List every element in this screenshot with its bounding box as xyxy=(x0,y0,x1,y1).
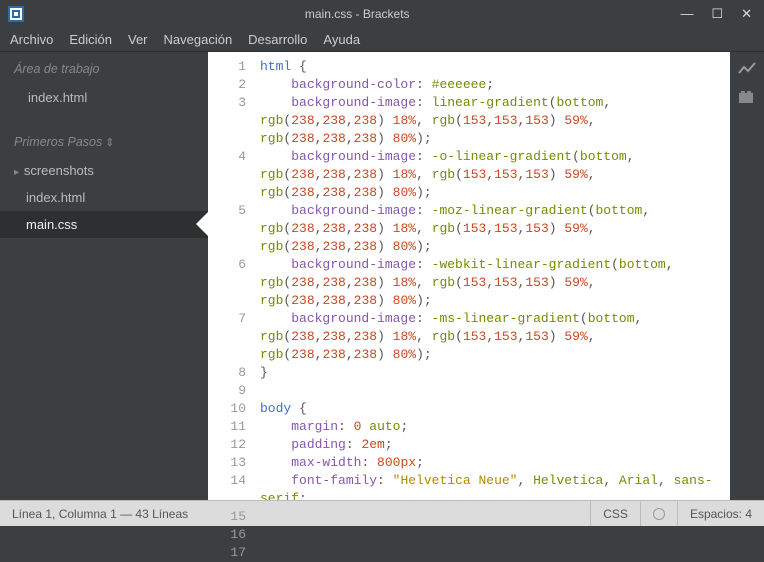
circle-icon xyxy=(653,508,665,520)
sidebar-folder-screenshots[interactable]: screenshots xyxy=(0,157,208,184)
menu-desarrollo[interactable]: Desarrollo xyxy=(248,32,307,47)
titlebar: main.css - Brackets — ☐ ✕ xyxy=(0,0,764,28)
right-toolbar xyxy=(730,52,764,500)
menu-ver[interactable]: Ver xyxy=(128,32,148,47)
statusbar: Línea 1, Columna 1 — 43 Líneas CSS Espac… xyxy=(0,500,764,526)
menu-ayuda[interactable]: Ayuda xyxy=(323,32,360,47)
status-cursor[interactable]: Línea 1, Columna 1 — 43 Líneas xyxy=(0,507,590,521)
window-title: main.css - Brackets xyxy=(34,7,680,21)
menu-archivo[interactable]: Archivo xyxy=(10,32,53,47)
app-icon xyxy=(8,6,24,22)
workspace-header[interactable]: Área de trabajo xyxy=(0,52,208,84)
editor[interactable]: 1 2 3 4 5 6 7 8 9 10 11 12 13 14 15 16 1… xyxy=(208,52,730,500)
live-preview-icon[interactable] xyxy=(738,62,756,76)
workspace-file-index[interactable]: index.html xyxy=(0,84,208,111)
status-spaces[interactable]: Espacios: 4 xyxy=(677,501,764,526)
sidebar-file-index[interactable]: index.html xyxy=(0,184,208,211)
sidebar-file-main-css[interactable]: main.css xyxy=(0,211,208,238)
minimize-button[interactable]: — xyxy=(680,6,693,22)
menu-edicion[interactable]: Edición xyxy=(69,32,112,47)
sidebar: Área de trabajo index.html Primeros Paso… xyxy=(0,52,208,500)
status-inspect[interactable] xyxy=(640,501,677,526)
close-button[interactable]: ✕ xyxy=(741,6,752,22)
status-lang[interactable]: CSS xyxy=(590,501,640,526)
extensions-icon[interactable] xyxy=(738,90,756,104)
line-gutter: 1 2 3 4 5 6 7 8 9 10 11 12 13 14 15 16 1… xyxy=(208,52,256,500)
maximize-button[interactable]: ☐ xyxy=(711,6,723,22)
code-area[interactable]: html { background-color: #eeeeee; backgr… xyxy=(256,52,730,500)
menu-navegacion[interactable]: Navegación xyxy=(164,32,233,47)
project-header[interactable]: Primeros Pasos xyxy=(0,125,208,157)
menubar: Archivo Edición Ver Navegación Desarroll… xyxy=(0,28,764,52)
